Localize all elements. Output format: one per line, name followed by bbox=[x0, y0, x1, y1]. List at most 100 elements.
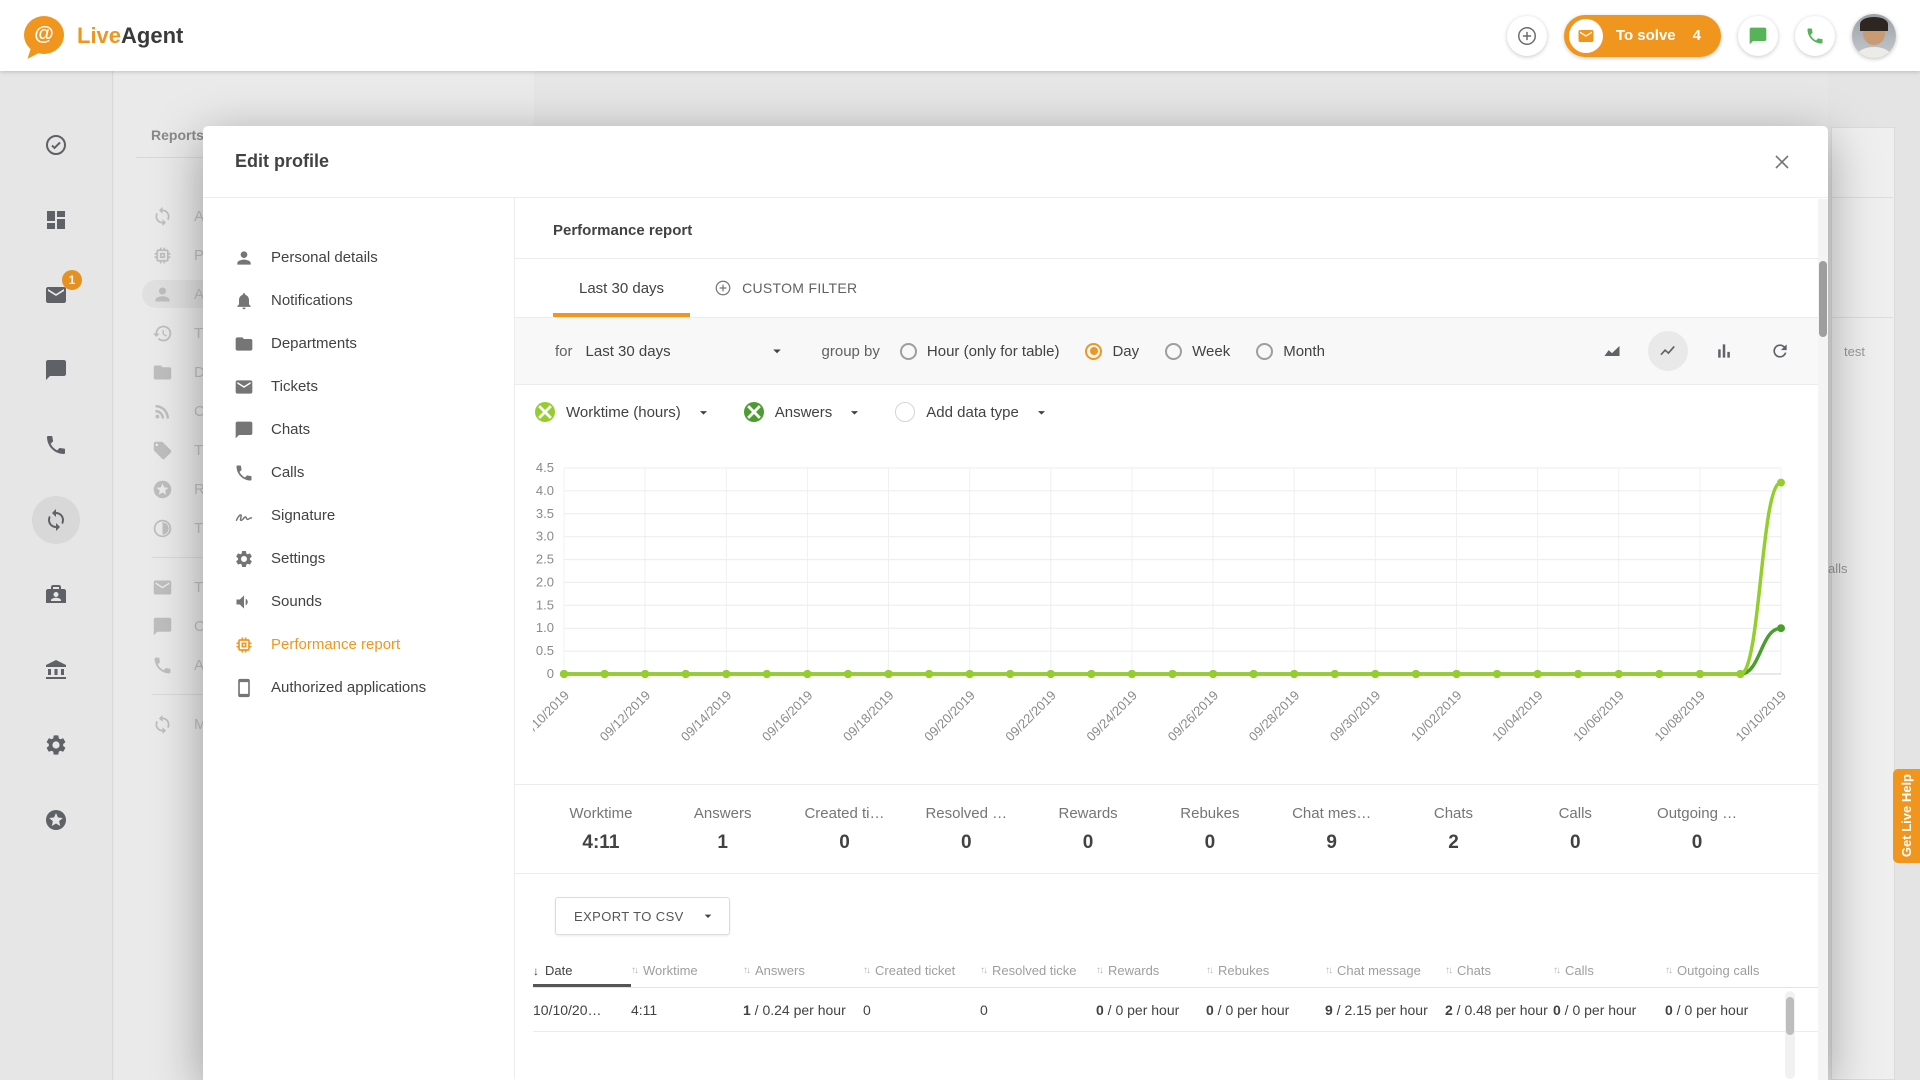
tab-custom-filter[interactable]: CUSTOM FILTER bbox=[704, 259, 867, 317]
refresh-button[interactable] bbox=[1760, 331, 1800, 371]
svg-text:09/30/2019: 09/30/2019 bbox=[1327, 688, 1384, 745]
stat-label: Outgoing … bbox=[1636, 805, 1758, 822]
profile-nav-tickets[interactable]: Tickets bbox=[203, 365, 514, 408]
radio-month[interactable]: Month bbox=[1256, 343, 1325, 360]
radio-week[interactable]: Week bbox=[1165, 343, 1230, 360]
remove-icon[interactable] bbox=[535, 402, 555, 422]
cell-resolved-ticke: 0 bbox=[980, 1002, 1096, 1018]
export-to-csv-button[interactable]: EXPORT TO CSV bbox=[555, 897, 730, 935]
profile-nav-settings[interactable]: Settings bbox=[203, 537, 514, 580]
line-chart-button[interactable] bbox=[1648, 331, 1688, 371]
svg-text:10/02/2019: 10/02/2019 bbox=[1408, 688, 1465, 745]
stat-created-ti: Created ti… 0 bbox=[784, 805, 906, 854]
line-chart-icon bbox=[1658, 341, 1678, 361]
group-by-options: Hour (only for table) Day Week Month bbox=[900, 343, 1351, 360]
date-range-select[interactable]: Last 30 days bbox=[586, 342, 786, 360]
stat-label: Created ti… bbox=[784, 805, 906, 822]
column-header-created-ticket[interactable]: ↑↓Created ticket bbox=[863, 954, 980, 987]
column-header-worktime[interactable]: ↑↓ Worktime bbox=[631, 954, 743, 987]
tab-last-30-days[interactable]: Last 30 days bbox=[553, 259, 690, 317]
svg-text:09/20/2019: 09/20/2019 bbox=[921, 688, 978, 745]
stat-label: Worktime bbox=[540, 805, 662, 822]
svg-text:09/28/2019: 09/28/2019 bbox=[1246, 688, 1303, 745]
chip-answers[interactable]: Answers bbox=[744, 402, 864, 422]
chip-worktime-hours[interactable]: Worktime (hours) bbox=[535, 402, 712, 422]
profile-nav-signature[interactable]: Signature bbox=[203, 494, 514, 537]
nav-item-label: Authorized applications bbox=[271, 679, 426, 696]
sort-icon: ↑↓ bbox=[743, 965, 749, 976]
svg-text:10/08/2019: 10/08/2019 bbox=[1651, 688, 1708, 745]
folder-icon bbox=[234, 334, 254, 354]
radio-day[interactable]: Day bbox=[1085, 343, 1139, 360]
chart-type-buttons bbox=[1592, 331, 1800, 371]
area-chart-icon bbox=[1602, 341, 1622, 361]
table-scrollbar-thumb[interactable] bbox=[1786, 997, 1794, 1035]
close-icon[interactable] bbox=[1770, 150, 1794, 174]
profile-nav-calls[interactable]: Calls bbox=[203, 451, 514, 494]
get-live-help-label: Get Live Help bbox=[1899, 774, 1914, 857]
modal-title: Edit profile bbox=[235, 151, 329, 172]
sort-icon: ↑↓ bbox=[631, 965, 637, 976]
brand-logo[interactable]: @ LiveAgent bbox=[24, 16, 183, 56]
column-header-outgoing-calls[interactable]: ↑↓Outgoing calls bbox=[1665, 954, 1793, 987]
column-header-resolved-ticke[interactable]: ↑↓Resolved ticke bbox=[980, 954, 1096, 987]
user-avatar[interactable] bbox=[1852, 14, 1896, 58]
get-live-help-tab[interactable]: Get Live Help bbox=[1893, 769, 1920, 863]
stat-label: Chat mes… bbox=[1271, 805, 1393, 822]
bar-chart-button[interactable] bbox=[1704, 331, 1744, 371]
column-header-answers[interactable]: ↑↓ Answers bbox=[743, 954, 863, 987]
profile-nav-personal-details[interactable]: Personal details bbox=[203, 236, 514, 279]
stat-value: 0 bbox=[784, 832, 906, 854]
profile-nav-performance-report[interactable]: Performance report bbox=[203, 623, 514, 666]
svg-text:3.5: 3.5 bbox=[536, 506, 554, 521]
profile-nav-notifications[interactable]: Notifications bbox=[203, 279, 514, 322]
column-label: Chats bbox=[1457, 963, 1491, 978]
cell-calls: 0 / 0 per hour bbox=[1553, 1002, 1665, 1018]
envelope-badge-icon bbox=[1569, 19, 1603, 53]
stat-value: 4:11 bbox=[540, 832, 662, 854]
remove-icon[interactable] bbox=[744, 402, 764, 422]
column-label: Worktime bbox=[643, 963, 698, 978]
table-row[interactable]: 10/10/20…4:111 / 0.24 per hour000 / 0 pe… bbox=[533, 988, 1828, 1032]
column-header-calls[interactable]: ↑↓Calls bbox=[1553, 954, 1665, 987]
cell-date: 10/10/20… bbox=[533, 1002, 631, 1018]
to-solve-button[interactable]: To solve 4 bbox=[1564, 15, 1721, 57]
profile-nav-sounds[interactable]: Sounds bbox=[203, 580, 514, 623]
area-chart-button[interactable] bbox=[1592, 331, 1632, 371]
topbar-actions: To solve 4 bbox=[1507, 14, 1896, 58]
stat-answers: Answers1 bbox=[662, 805, 784, 854]
profile-nav-authorized-applications[interactable]: Authorized applications bbox=[203, 666, 514, 709]
liveagent-logo-icon: @ bbox=[24, 16, 66, 56]
radio-icon bbox=[1085, 343, 1102, 360]
column-header-chat-message[interactable]: ↑↓Chat message bbox=[1325, 954, 1445, 987]
performance-report-panel: Performance report Last 30 days CUSTOM F… bbox=[515, 198, 1828, 1079]
radio-label: Hour (only for table) bbox=[927, 343, 1060, 360]
add-button[interactable] bbox=[1507, 16, 1547, 56]
profile-nav-departments[interactable]: Departments bbox=[203, 322, 514, 365]
cell-chats: 2 / 0.48 per hour bbox=[1445, 1002, 1553, 1018]
column-header-rebukes[interactable]: ↑↓Rebukes bbox=[1206, 954, 1325, 987]
section-heading: Performance report bbox=[515, 198, 1828, 259]
stat-resolved: Resolved …0 bbox=[905, 805, 1027, 854]
chip-add-data-type[interactable]: Add data type bbox=[895, 402, 1050, 422]
nav-item-label: Performance report bbox=[271, 636, 400, 653]
stat-label: Rebukes bbox=[1149, 805, 1271, 822]
start-call-button[interactable] bbox=[1795, 16, 1835, 56]
column-header-rewards[interactable]: ↑↓Rewards bbox=[1096, 954, 1206, 987]
column-header-date[interactable]: ↓Date bbox=[533, 954, 631, 987]
phone-icon bbox=[234, 463, 254, 483]
stat-chats: Chats2 bbox=[1393, 805, 1515, 854]
stat-label: Rewards bbox=[1027, 805, 1149, 822]
start-chat-button[interactable] bbox=[1738, 16, 1778, 56]
modal-scrollbar-thumb[interactable] bbox=[1819, 261, 1827, 337]
nav-item-label: Tickets bbox=[271, 378, 318, 395]
gear-icon bbox=[234, 549, 254, 569]
svg-text:09/12/2019: 09/12/2019 bbox=[597, 688, 654, 745]
radio-hour-only-for-table[interactable]: Hour (only for table) bbox=[900, 343, 1060, 360]
column-label: Answers bbox=[755, 963, 805, 978]
sort-icon: ↑↓ bbox=[980, 965, 986, 976]
profile-nav-chats[interactable]: Chats bbox=[203, 408, 514, 451]
stats-row: Worktime 4:11Answers1Created ti… 0Resolved… bbox=[515, 784, 1828, 874]
column-header-chats[interactable]: ↑↓Chats bbox=[1445, 954, 1553, 987]
refresh-icon bbox=[1770, 341, 1790, 361]
